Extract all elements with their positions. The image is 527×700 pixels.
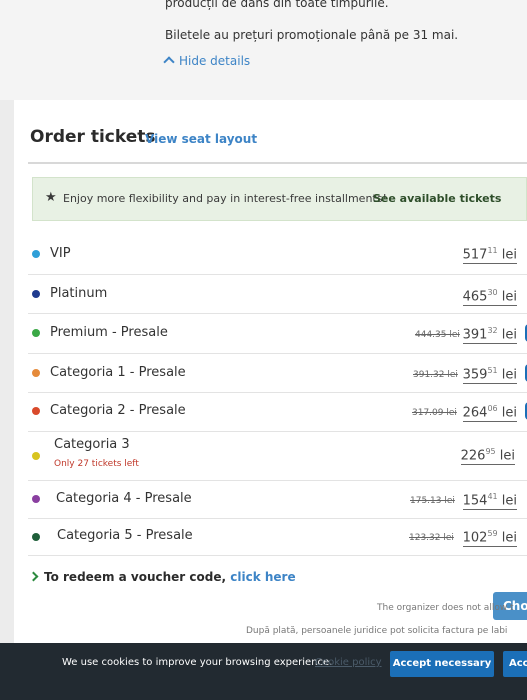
ticket-name: VIP (50, 246, 71, 261)
old-price: 317.09 lei (412, 408, 457, 418)
category-dot (32, 452, 40, 460)
ticket-row-categoria-2: Categoria 2 - Presale 317.09 lei 26406 l… (28, 393, 527, 432)
ticket-name: Categoria 1 - Presale (50, 365, 186, 380)
event-description-line: producții de dans din toate timpurile. (165, 0, 389, 10)
ticket-name: Categoria 2 - Presale (50, 403, 186, 418)
cookie-text: We use cookies to improve your browsing … (62, 657, 333, 668)
invoice-note: După plată, persoanele juridice pot soli… (246, 626, 508, 636)
installments-text: Enjoy more flexibility and pay in intere… (63, 192, 387, 205)
category-dot (32, 533, 40, 541)
old-price: 123.32 lei (409, 533, 454, 543)
ticket-name: Categoria 3 (54, 437, 130, 452)
ticket-price: 46530 lei (462, 288, 517, 307)
category-dot (32, 369, 40, 377)
old-price: 175.13 lei (410, 496, 455, 506)
ticket-row-categoria-1: Categoria 1 - Presale 391.32 lei 35951 l… (28, 354, 527, 393)
ticket-row-platinum: Platinum 46530 lei (28, 275, 527, 314)
hide-details-link[interactable]: Hide details (163, 54, 251, 68)
view-seat-layout-link[interactable]: View seat layout (145, 132, 257, 146)
accept-all-button[interactable]: Acc (503, 651, 527, 677)
ticket-name: Categoria 4 - Presale (56, 491, 192, 506)
availability-note: Only 27 tickets left (54, 459, 139, 469)
accept-necessary-button[interactable]: Accept necessary (390, 651, 494, 677)
category-dot (32, 407, 40, 415)
divider (28, 162, 527, 164)
event-details: producții de dans din toate timpurile. B… (0, 0, 527, 100)
ticket-name: Platinum (50, 286, 108, 301)
star-icon: ★ (45, 190, 57, 205)
ticket-row-categoria-3: Categoria 3 Only 27 tickets left 22695 l… (28, 432, 527, 481)
organizer-note: The organizer does not allow t (377, 603, 514, 613)
ticket-row-premium: Premium - Presale 444.35 lei 39132 lei (28, 314, 527, 354)
page-title: Order tickets (30, 127, 156, 147)
ticket-name: Categoria 5 - Presale (57, 528, 193, 543)
category-dot (32, 329, 40, 337)
voucher-text: To redeem a voucher code, (44, 570, 227, 584)
category-dot (32, 250, 40, 258)
ticket-price: 15441 lei (462, 492, 517, 511)
voucher-click-here-link[interactable]: click here (230, 570, 295, 584)
chevron-right-icon (28, 571, 39, 582)
hide-details-label: Hide details (179, 54, 251, 68)
ticket-price: 10259 lei (462, 529, 517, 548)
installments-banner: ★ Enjoy more flexibility and pay in inte… (32, 177, 527, 221)
ticket-row-categoria-5: Categoria 5 - Presale 123.32 lei 10259 l… (28, 519, 527, 556)
ticket-price: 22695 lei (460, 447, 515, 466)
ticket-row-categoria-4: Categoria 4 - Presale 175.13 lei 15441 l… (28, 481, 527, 519)
voucher-row[interactable]: To redeem a voucher code, click here (28, 570, 296, 584)
cookie-banner: We use cookies to improve your browsing … (0, 643, 527, 700)
old-price: 391.32 lei (413, 370, 458, 380)
chevron-up-icon (163, 56, 175, 68)
see-available-tickets-link[interactable]: See available tickets (373, 192, 501, 205)
ticket-row-vip: VIP 51711 lei (28, 234, 527, 275)
event-description-line: Biletele au prețuri promoționale până pe… (165, 28, 459, 42)
category-dot (32, 290, 40, 298)
ticket-price: 26406 lei (462, 404, 517, 423)
category-dot (32, 495, 40, 503)
ticket-price: 35951 lei (462, 366, 517, 385)
ticket-name: Premium - Presale (50, 325, 168, 340)
ticket-price: 51711 lei (462, 246, 517, 265)
old-price: 444.35 lei (415, 330, 460, 340)
ticket-price: 39132 lei (462, 326, 517, 345)
cookie-policy-link[interactable]: Cookie policy (315, 657, 382, 668)
